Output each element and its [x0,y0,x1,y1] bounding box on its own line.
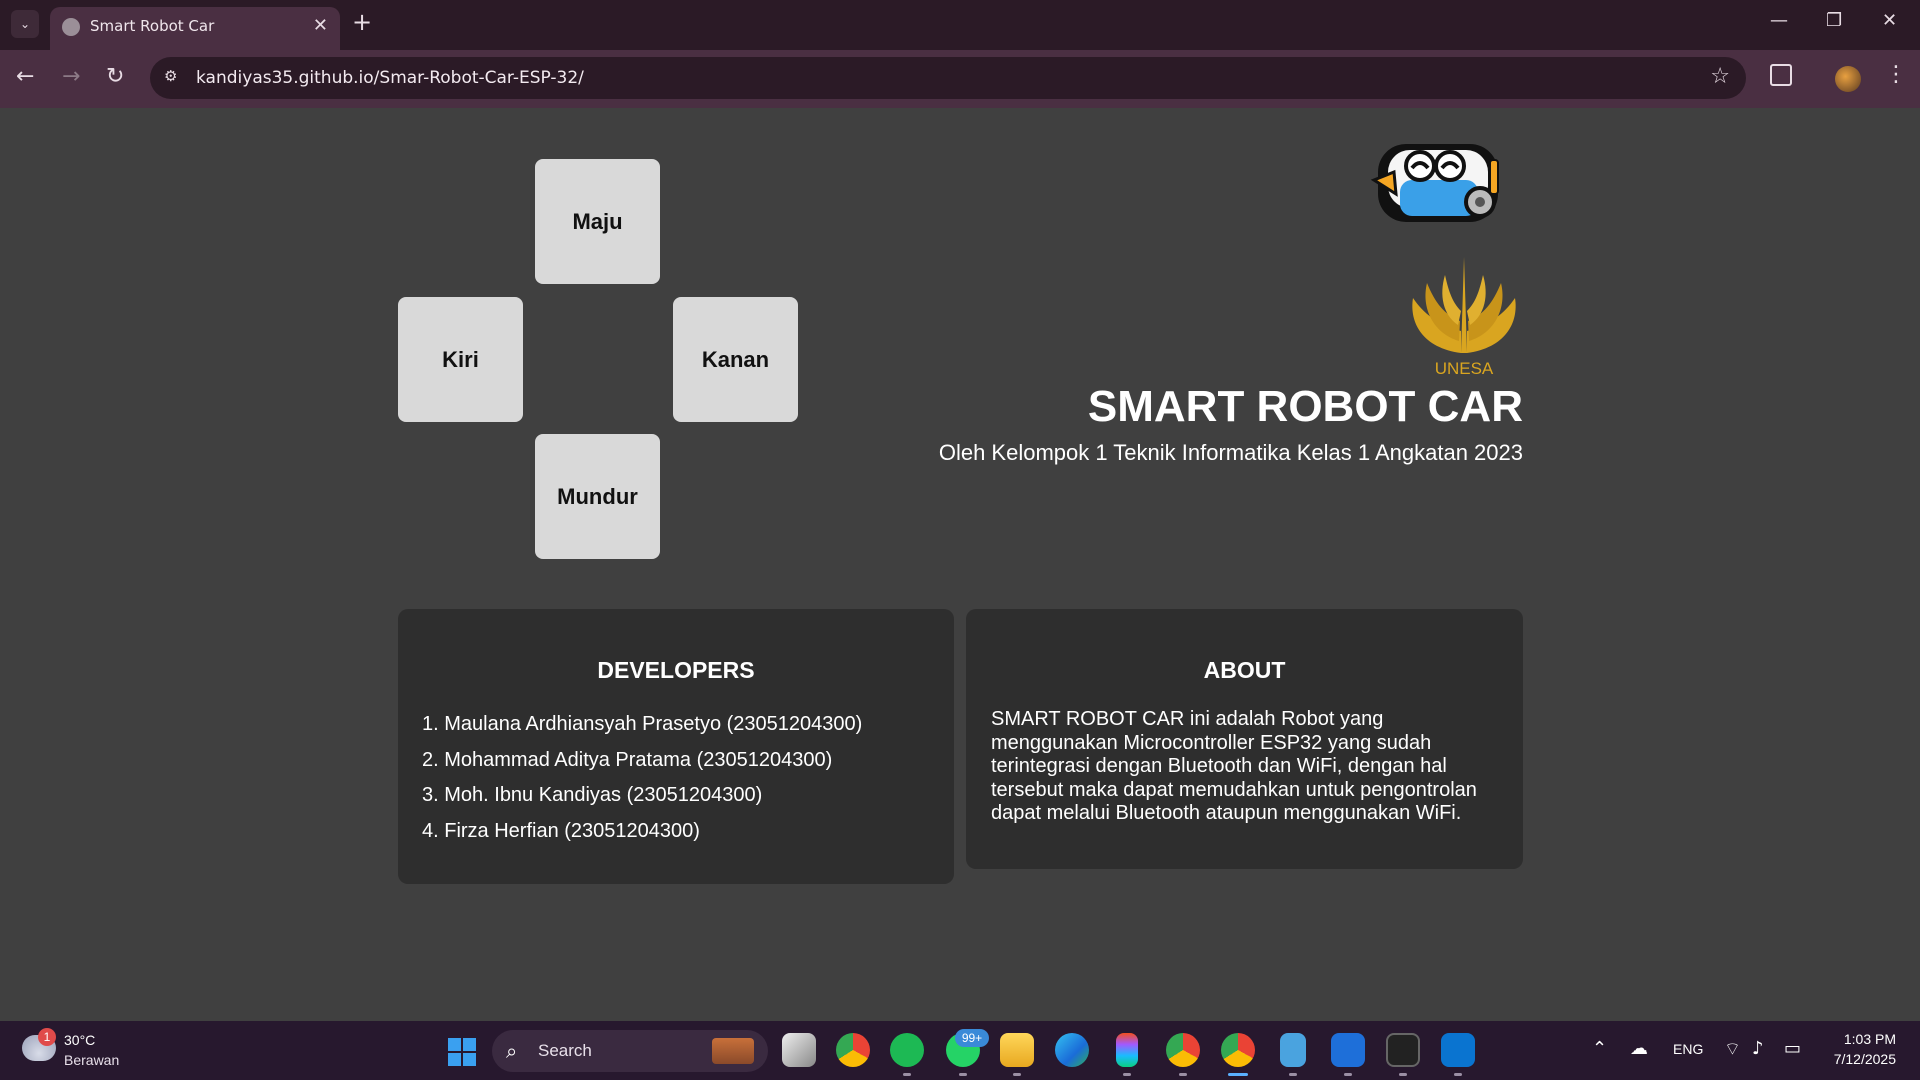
page-content: Maju Kiri Kanan Mundur UNESA SMART ROBOT… [0,108,1920,1021]
globe-icon [62,18,80,36]
chrome-icon[interactable] [836,1033,870,1067]
volume-icon[interactable]: ♪ [1752,1038,1764,1059]
chevron-up-icon[interactable]: ⌃ [1592,1038,1607,1059]
right-button[interactable]: Kanan [673,297,798,422]
clock-time[interactable]: 1:03 PM [1844,1031,1896,1047]
terminal-icon[interactable] [1386,1033,1420,1067]
tab-title: Smart Robot Car [90,17,215,35]
onedrive-icon[interactable]: ☁ [1630,1038,1648,1059]
search-label: Search [538,1041,592,1060]
tab-search-icon[interactable]: ⌄ [11,10,39,38]
about-card: ABOUT SMART ROBOT CAR ini adalah Robot y… [966,609,1523,869]
taskbar-search[interactable]: ⌕ Search [492,1030,768,1072]
page-subtitle: Oleh Kelompok 1 Teknik Informatika Kelas… [938,440,1523,465]
robot-mascot-image [1370,144,1499,222]
profile-avatar[interactable] [1835,66,1861,92]
url-text[interactable]: kandiyas35.github.io/Smar-Robot-Car-ESP-… [196,68,584,88]
figma-icon[interactable] [1116,1033,1138,1067]
address-bar[interactable]: ⚙ kandiyas35.github.io/Smar-Robot-Car-ES… [150,57,1746,99]
weather-badge: 1 [38,1028,56,1046]
forward-button[interactable]: Maju [535,159,660,284]
bookmark-star-icon[interactable]: ☆ [1710,64,1730,89]
language-indicator[interactable]: ENG [1673,1041,1703,1057]
developers-list: 1. Maulana Ardhiansyah Prasetyo (2305120… [422,707,862,849]
new-tab-icon[interactable]: + [352,8,372,36]
windows-start-icon[interactable] [448,1038,476,1066]
search-icon: ⌕ [506,1039,518,1063]
vscode-icon[interactable] [1441,1033,1475,1067]
search-highlight-image [712,1038,754,1064]
window-close-icon[interactable]: ✕ [1882,10,1897,31]
extensions-icon[interactable] [1770,64,1792,86]
taskbar: 1 30°C Berawan ⌕ Search 99+ ⌃ ☁ ENG ⌔ ♪ … [0,1021,1920,1080]
developers-card: DEVELOPERS 1. Maulana Ardhiansyah Praset… [398,609,954,884]
left-button[interactable]: Kiri [398,297,523,422]
browser-toolbar: ← → ↻ ⚙ kandiyas35.github.io/Smar-Robot-… [0,50,1920,108]
list-item: 3. Moh. Ibnu Kandiyas (23051204300) [422,784,763,806]
weather-temperature[interactable]: 30°C [64,1032,95,1048]
back-icon[interactable]: ← [16,64,34,89]
battery-icon[interactable]: ▭ [1784,1038,1801,1059]
restore-icon[interactable]: ❐ [1826,10,1842,31]
list-item: 1. Maulana Ardhiansyah Prasetyo (2305120… [422,713,863,735]
browser-tab[interactable]: Smart Robot Car ✕ [50,7,340,50]
notepad-icon[interactable] [1280,1033,1306,1067]
developers-title: DEVELOPERS [597,657,755,683]
wifi-icon[interactable]: ⌔ [1724,1038,1741,1061]
clock-date[interactable]: 7/12/2025 [1834,1051,1896,1067]
list-item: 2. Mohammad Aditya Pratama (23051204300) [422,748,833,771]
edge-icon[interactable] [1055,1033,1089,1067]
forward-icon[interactable]: → [62,64,80,89]
list-item: 4. Firza Herfian (23051204300) [422,819,700,842]
about-title: ABOUT [1203,657,1286,683]
menu-icon[interactable]: ⋮ [1885,62,1907,87]
unesa-logo: UNESA [1412,257,1516,378]
browser-tab-bar: ⌄ Smart Robot Car ✕ + — ❐ ✕ [0,0,1920,50]
logo-text: UNESA [1435,359,1494,378]
site-info-icon[interactable]: ⚙ [164,67,186,89]
weather-description[interactable]: Berawan [64,1052,119,1068]
close-icon[interactable]: ✕ [313,15,328,36]
backward-button[interactable]: Mundur [535,434,660,559]
about-text: SMART ROBOT CAR ini adalah Robot yang me… [991,708,1477,824]
minimize-icon[interactable]: — [1770,10,1788,31]
reload-icon[interactable]: ↻ [106,64,124,89]
whatsapp-badge: 99+ [955,1029,989,1047]
chrome-profile-icon[interactable] [1166,1033,1200,1067]
chrome-active-icon[interactable] [1221,1033,1255,1067]
file-explorer-icon[interactable] [1000,1033,1034,1067]
app-icon[interactable] [1331,1033,1365,1067]
task-view-icon[interactable] [782,1033,816,1067]
page-title: SMART ROBOT CAR [1087,382,1523,431]
spotify-icon[interactable] [890,1033,924,1067]
